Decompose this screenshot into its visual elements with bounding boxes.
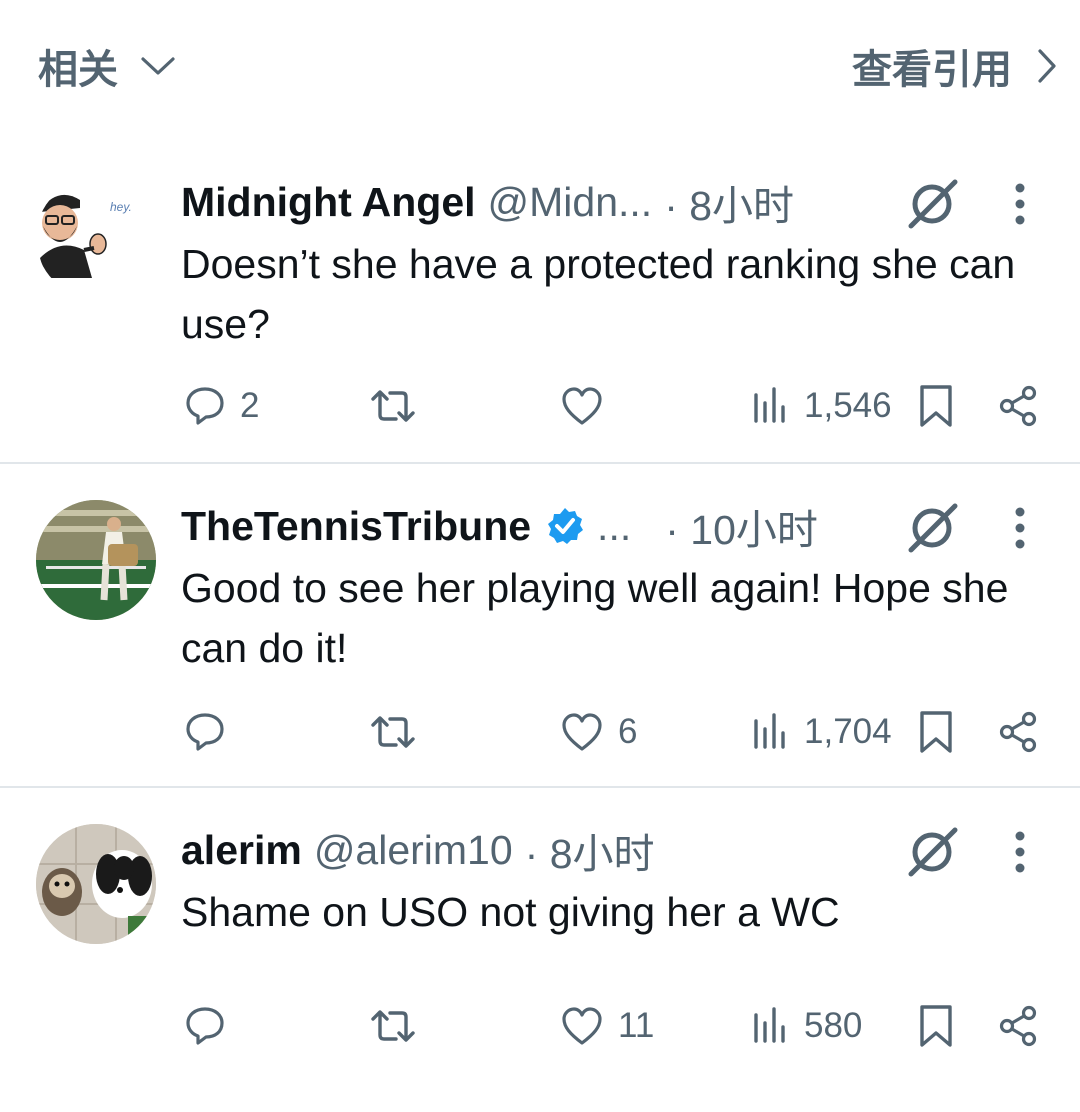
grok-icon[interactable] xyxy=(905,500,961,556)
author-name[interactable]: Midnight Angel xyxy=(181,179,476,226)
share-button[interactable] xyxy=(998,702,1040,762)
view-quotes-label: 查看引用 xyxy=(852,48,1012,92)
bookmark-button[interactable] xyxy=(918,376,954,436)
avatar-caption: hey. xyxy=(110,200,132,214)
views-button[interactable]: 1,704 xyxy=(752,702,892,762)
like-count: 6 xyxy=(618,712,638,751)
reply-button[interactable]: 2 xyxy=(184,376,259,436)
heart-icon xyxy=(560,385,604,427)
grok-icon[interactable] xyxy=(905,176,961,232)
views-count: 1,546 xyxy=(804,386,892,425)
avatar[interactable] xyxy=(36,824,156,944)
share-icon xyxy=(998,385,1040,427)
post-header: TheTennisTribune ... · 10小时 xyxy=(181,498,818,554)
post-time[interactable]: · 10小时 xyxy=(665,496,818,556)
repost-button[interactable] xyxy=(369,702,417,762)
post-actions: 11 580 xyxy=(0,996,1080,1056)
chevron-down-icon xyxy=(140,54,176,78)
post-actions: 6 1,704 xyxy=(0,702,1080,762)
avatar[interactable] xyxy=(36,500,156,620)
bookmark-icon xyxy=(918,1003,954,1049)
views-count: 1,704 xyxy=(804,712,892,751)
views-icon xyxy=(752,385,790,427)
share-icon xyxy=(998,711,1040,753)
repost-icon xyxy=(369,711,417,753)
chevron-right-icon xyxy=(1036,48,1058,84)
repost-icon xyxy=(369,385,417,427)
views-button[interactable]: 580 xyxy=(752,996,862,1056)
author-handle[interactable]: @Midn... xyxy=(488,179,653,226)
post-header: alerim @alerim10 · 8小时 xyxy=(181,822,655,878)
reply-icon xyxy=(184,711,226,753)
heart-icon xyxy=(560,711,604,753)
post-actions: 2 1,546 xyxy=(0,376,1080,436)
author-handle[interactable]: ... xyxy=(597,503,631,550)
reply-button[interactable] xyxy=(184,702,240,762)
replies-header: 相关 查看引用 xyxy=(0,0,1080,140)
like-button[interactable]: 6 xyxy=(560,702,637,762)
bookmark-button[interactable] xyxy=(918,996,954,1056)
repost-button[interactable] xyxy=(369,376,417,436)
more-icon[interactable] xyxy=(1000,824,1040,880)
post-item[interactable]: alerim @alerim10 · 8小时 Shame on USO not … xyxy=(0,788,1080,1112)
reply-icon xyxy=(184,1005,226,1047)
reply-count: 2 xyxy=(240,386,260,425)
verified-badge-icon xyxy=(545,506,585,546)
related-sort-button[interactable]: 相关 xyxy=(38,40,176,92)
post-text: Good to see her playing well again! Hope… xyxy=(181,565,1009,671)
post-text: Doesn’t she have a protected ranking she… xyxy=(181,241,1016,347)
share-icon xyxy=(998,1005,1040,1047)
author-handle[interactable]: @alerim10 xyxy=(314,827,513,874)
share-button[interactable] xyxy=(998,376,1040,436)
more-icon[interactable] xyxy=(1000,500,1040,556)
post-header: Midnight Angel @Midn... · 8小时 xyxy=(181,174,794,230)
grok-icon[interactable] xyxy=(905,824,961,880)
post-item[interactable]: TheTennisTribune ... · 10小时 Good to see … xyxy=(0,464,1080,788)
related-label: 相关 xyxy=(38,48,118,92)
repost-icon xyxy=(369,1005,417,1047)
author-name[interactable]: alerim xyxy=(181,827,302,874)
bookmark-icon xyxy=(918,383,954,429)
post-item[interactable]: hey. Midnight Angel @Midn... · 8小时 Doesn… xyxy=(0,140,1080,464)
post-time[interactable]: · 8小时 xyxy=(664,172,794,232)
views-count: 580 xyxy=(804,1006,863,1045)
reply-icon xyxy=(184,385,226,427)
like-button[interactable]: 11 xyxy=(560,996,654,1056)
more-icon[interactable] xyxy=(1000,176,1040,232)
post-time[interactable]: · 8小时 xyxy=(525,820,655,880)
bookmark-icon xyxy=(918,709,954,755)
reply-button[interactable] xyxy=(184,996,240,1056)
author-name[interactable]: TheTennisTribune xyxy=(181,503,531,550)
like-button[interactable] xyxy=(560,376,618,436)
views-icon xyxy=(752,711,790,753)
view-quotes-link[interactable]: 查看引用 xyxy=(852,40,1058,92)
avatar[interactable]: hey. xyxy=(36,178,156,298)
repost-button[interactable] xyxy=(369,996,417,1056)
views-icon xyxy=(752,1005,790,1047)
views-button[interactable]: 1,546 xyxy=(752,376,892,436)
post-text: Shame on USO not giving her a WC xyxy=(181,889,840,935)
heart-icon xyxy=(560,1005,604,1047)
like-count: 11 xyxy=(618,1006,655,1045)
bookmark-button[interactable] xyxy=(918,702,954,762)
share-button[interactable] xyxy=(998,996,1040,1056)
